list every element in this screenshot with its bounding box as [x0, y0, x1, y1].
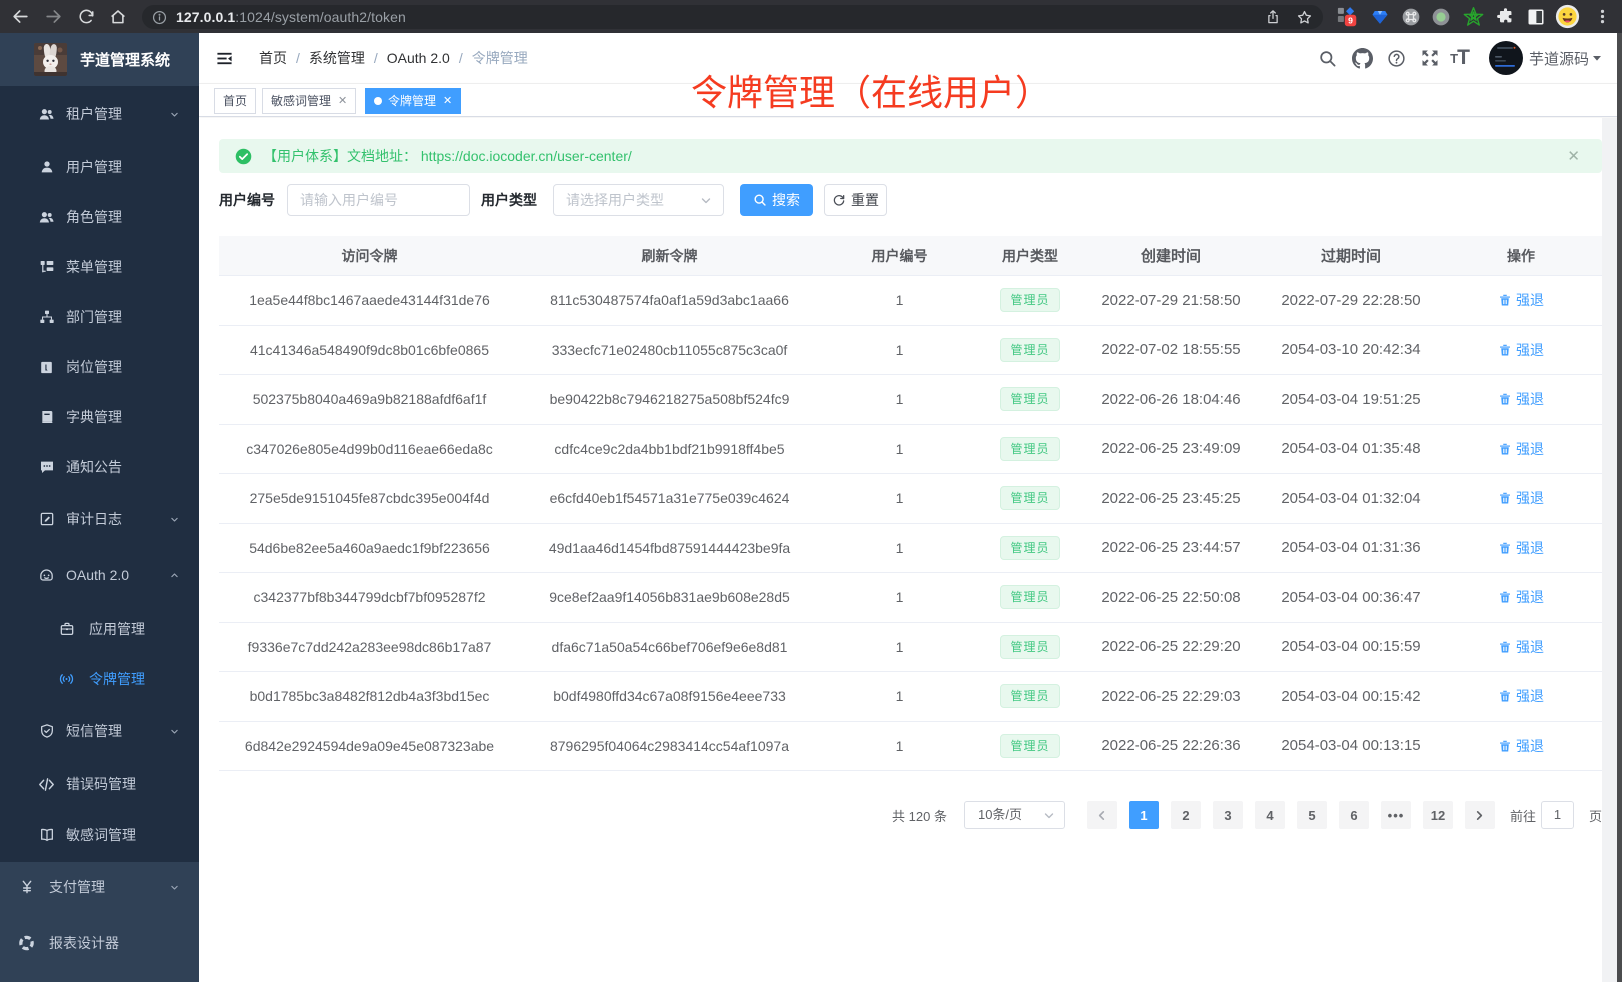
- svg-text:9: 9: [1348, 16, 1353, 26]
